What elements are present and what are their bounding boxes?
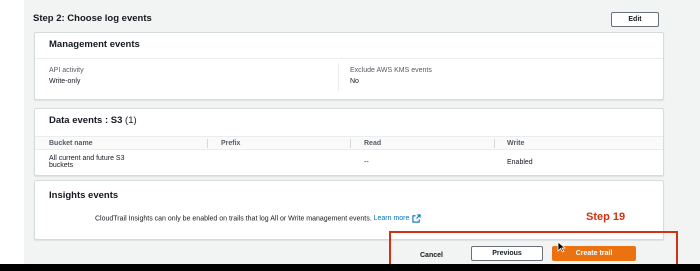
data-events-card: Data events : S3 (1) Bucket name Prefix … [34, 108, 664, 176]
step-header: Step 2: Choose log events [33, 13, 152, 24]
column-divider [207, 139, 208, 148]
column-divider [350, 139, 351, 148]
learn-more-label: Learn more [373, 215, 410, 223]
bottom-black-bar [0, 264, 700, 271]
mouse-cursor-icon [557, 241, 566, 253]
exclude-kms-field: Exclude AWS KMS events No [350, 67, 432, 85]
cancel-button[interactable]: Cancel [420, 252, 443, 259]
data-events-count: (1) [125, 115, 137, 126]
edit-button[interactable]: Edit [611, 12, 659, 27]
api-activity-value: Write-only [49, 78, 81, 85]
column-separator [338, 63, 339, 91]
write-cell: Enabled [507, 159, 533, 166]
card-divider [35, 58, 663, 59]
column-divider [494, 139, 495, 148]
management-events-title: Management events [49, 39, 140, 50]
exclude-kms-label: Exclude AWS KMS events [350, 67, 432, 74]
bucket-name-line: buckets [49, 162, 74, 169]
api-activity-label: API activity [49, 67, 84, 74]
column-header-read: Read [364, 140, 382, 147]
create-trail-page: Step 2: Choose log events Edit Managemen… [24, 0, 680, 267]
left-margin [0, 0, 24, 271]
exclude-kms-value: No [350, 78, 359, 85]
bucket-name-line: All current and future S3 [49, 155, 125, 162]
data-events-title: Data events : S3 [49, 115, 123, 126]
column-header-write: Write [507, 140, 525, 147]
column-header-bucket-name: Bucket name [49, 140, 93, 147]
read-cell: -- [364, 159, 369, 166]
insights-message: CloudTrail Insights can only be enabled … [95, 214, 422, 223]
step-annotation-label: Step 19 [586, 211, 626, 223]
table-header: Bucket name Prefix Read Write [35, 136, 663, 150]
insights-description: CloudTrail Insights can only be enabled … [95, 215, 372, 223]
external-link-icon [412, 214, 422, 223]
management-events-card: Management events API activity Write-onl… [34, 32, 664, 100]
insights-events-title: Insights events [49, 190, 119, 201]
data-events-header: Data events : S3 (1) [35, 109, 663, 126]
learn-more-link[interactable]: Learn more [373, 214, 422, 223]
api-activity-field: API activity Write-only [49, 67, 84, 85]
column-header-prefix: Prefix [221, 140, 241, 147]
bucket-name-cell: All current and future S3 buckets [49, 155, 125, 169]
previous-button[interactable]: Previous [471, 246, 543, 261]
